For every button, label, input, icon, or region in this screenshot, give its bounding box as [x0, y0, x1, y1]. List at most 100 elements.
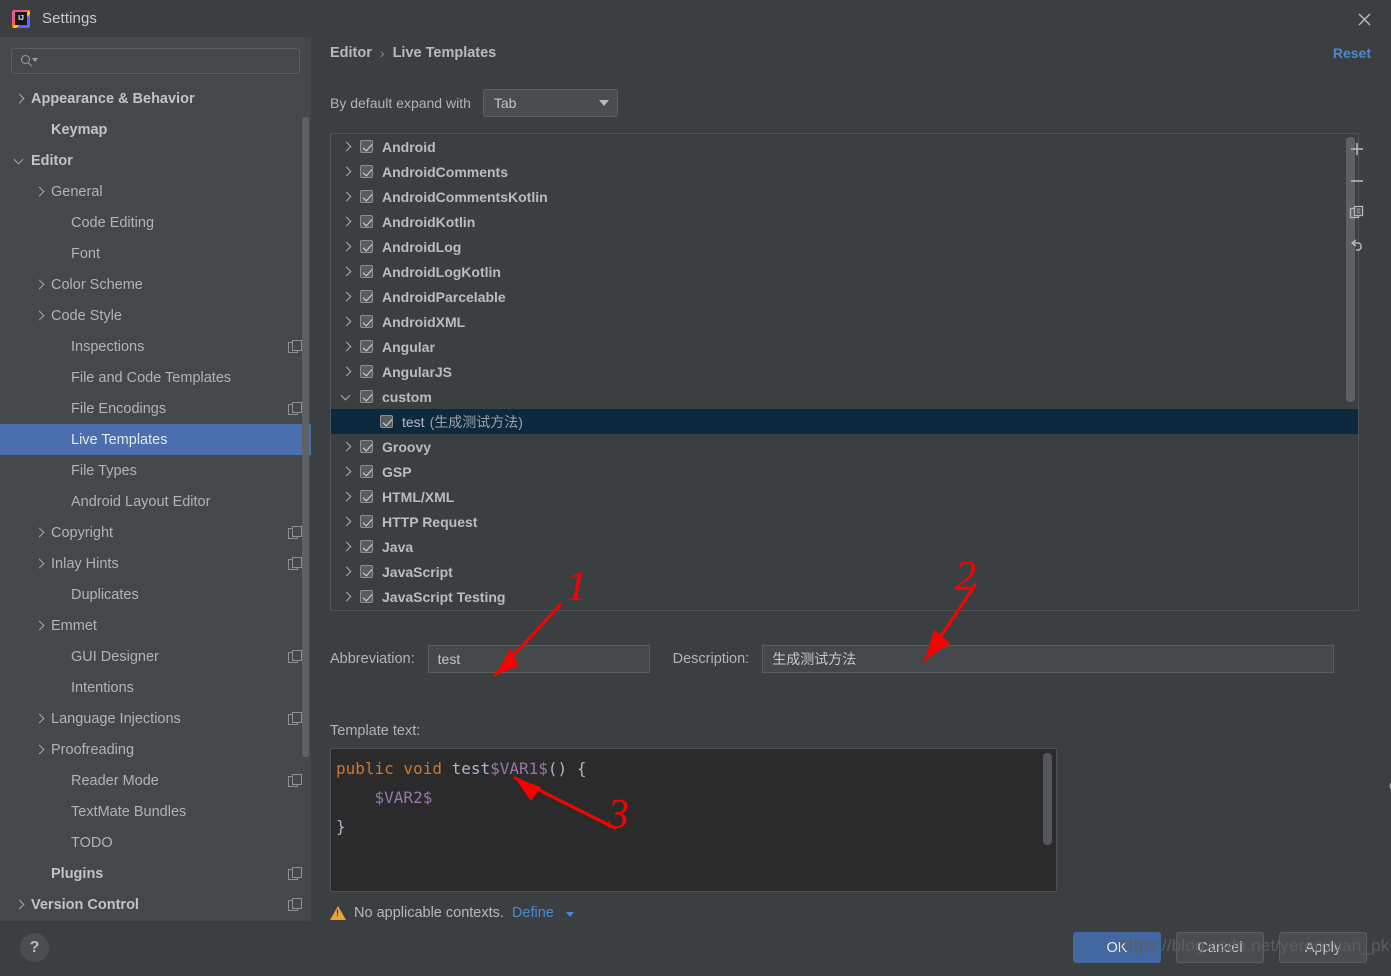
sidebar-item-general[interactable]: General: [0, 176, 311, 207]
sidebar-item-file-types[interactable]: File Types: [0, 455, 311, 486]
sidebar-item-copyright[interactable]: Copyright: [0, 517, 311, 548]
add-template-button[interactable]: [1341, 133, 1373, 165]
breadcrumb-parent[interactable]: Editor: [330, 45, 372, 61]
template-row[interactable]: test (生成测试方法): [331, 409, 1358, 434]
sidebar-item-emmet[interactable]: Emmet: [0, 610, 311, 641]
template-checkbox[interactable]: [360, 365, 373, 378]
sidebar-item-font[interactable]: Font: [0, 238, 311, 269]
sidebar-item-file-encodings[interactable]: File Encodings: [0, 393, 311, 424]
template-checkbox[interactable]: [360, 465, 373, 478]
editor-scrollbar-thumb[interactable]: [1043, 753, 1052, 845]
template-checkbox[interactable]: [360, 140, 373, 153]
template-checkbox[interactable]: [360, 515, 373, 528]
chevron-right-icon[interactable]: [341, 316, 353, 328]
chevron-right-icon[interactable]: [341, 166, 353, 178]
template-row[interactable]: custom: [331, 384, 1358, 409]
sidebar-item-plugins[interactable]: Plugins: [0, 858, 311, 889]
sidebar-item-color-scheme[interactable]: Color Scheme: [0, 269, 311, 300]
template-row[interactable]: AndroidKotlin: [331, 209, 1358, 234]
template-checkbox[interactable]: [360, 190, 373, 203]
template-checkbox[interactable]: [360, 165, 373, 178]
chevron-right-icon[interactable]: [341, 291, 353, 303]
template-checkbox[interactable]: [360, 240, 373, 253]
restore-defaults-button[interactable]: [1341, 229, 1373, 261]
remove-template-button[interactable]: [1341, 165, 1373, 197]
template-row[interactable]: HTML/XML: [331, 484, 1358, 509]
sidebar-item-live-templates[interactable]: Live Templates: [0, 424, 311, 455]
sidebar-item-version-control[interactable]: Version Control: [0, 889, 311, 920]
close-icon[interactable]: [1351, 6, 1377, 32]
chevron-right-icon[interactable]: [341, 516, 353, 528]
template-checkbox[interactable]: [380, 415, 393, 428]
search-box[interactable]: [11, 48, 300, 74]
template-row[interactable]: AngularJS: [331, 359, 1358, 384]
template-checkbox[interactable]: [360, 315, 373, 328]
reset-link[interactable]: Reset: [1333, 45, 1371, 61]
chevron-right-icon[interactable]: [341, 141, 353, 153]
sidebar-item-android-layout-editor[interactable]: Android Layout Editor: [0, 486, 311, 517]
template-row[interactable]: AndroidComments: [331, 159, 1358, 184]
template-row[interactable]: Java: [331, 534, 1358, 559]
chevron-right-icon[interactable]: [341, 466, 353, 478]
template-checkbox[interactable]: [360, 265, 373, 278]
template-checkbox[interactable]: [360, 590, 373, 603]
template-checkbox[interactable]: [360, 390, 373, 403]
chevron-right-icon[interactable]: [341, 191, 353, 203]
sidebar-item-code-style[interactable]: Code Style: [0, 300, 311, 331]
template-checkbox[interactable]: [360, 340, 373, 353]
chevron-right-icon[interactable]: [34, 713, 45, 724]
template-row[interactable]: GSP: [331, 459, 1358, 484]
sidebar-item-inspections[interactable]: Inspections: [0, 331, 311, 362]
chevron-right-icon[interactable]: [341, 366, 353, 378]
sidebar-item-reader-mode[interactable]: Reader Mode: [0, 765, 311, 796]
sidebar-item-editor[interactable]: Editor: [0, 145, 311, 176]
template-row[interactable]: JavaScript Testing: [331, 584, 1358, 609]
chevron-right-icon[interactable]: [341, 591, 353, 603]
search-input[interactable]: [37, 53, 299, 69]
chevron-right-icon[interactable]: [341, 541, 353, 553]
template-row[interactable]: AndroidParcelable: [331, 284, 1358, 309]
sidebar-item-intentions[interactable]: Intentions: [0, 672, 311, 703]
template-row[interactable]: Android: [331, 134, 1358, 159]
sidebar-item-language-injections[interactable]: Language Injections: [0, 703, 311, 734]
sidebar-item-todo[interactable]: TODO: [0, 827, 311, 858]
chevron-right-icon[interactable]: [34, 527, 45, 538]
sidebar-scrollbar-thumb[interactable]: [302, 117, 309, 757]
template-row[interactable]: AndroidLogKotlin: [331, 259, 1358, 284]
chevron-right-icon[interactable]: [34, 186, 45, 197]
template-checkbox[interactable]: [360, 215, 373, 228]
sidebar-item-inlay-hints[interactable]: Inlay Hints: [0, 548, 311, 579]
template-row[interactable]: HTTP Request: [331, 509, 1358, 534]
chevron-right-icon[interactable]: [341, 491, 353, 503]
sidebar-item-appearance-behavior[interactable]: Appearance & Behavior: [0, 83, 311, 114]
template-row[interactable]: AndroidCommentsKotlin: [331, 184, 1358, 209]
template-row[interactable]: JavaScript: [331, 559, 1358, 584]
chevron-down-icon[interactable]: [14, 155, 25, 166]
abbreviation-input[interactable]: test: [427, 645, 650, 673]
sidebar-item-duplicates[interactable]: Duplicates: [0, 579, 311, 610]
template-checkbox[interactable]: [360, 490, 373, 503]
chevron-right-icon[interactable]: [341, 241, 353, 253]
template-row[interactable]: AndroidXML: [331, 309, 1358, 334]
chevron-right-icon[interactable]: [341, 566, 353, 578]
sidebar-item-textmate-bundles[interactable]: TextMate Bundles: [0, 796, 311, 827]
chevron-right-icon[interactable]: [341, 441, 353, 453]
help-button[interactable]: ?: [20, 933, 49, 962]
duplicate-template-button[interactable]: [1341, 197, 1373, 229]
chevron-right-icon[interactable]: [34, 279, 45, 290]
define-link[interactable]: Define: [512, 905, 554, 921]
template-checkbox[interactable]: [360, 290, 373, 303]
sidebar-item-code-editing[interactable]: Code Editing: [0, 207, 311, 238]
chevron-right-icon[interactable]: [341, 341, 353, 353]
chevron-right-icon[interactable]: [14, 899, 25, 910]
chevron-right-icon[interactable]: [14, 93, 25, 104]
chevron-right-icon[interactable]: [34, 620, 45, 631]
chevron-right-icon[interactable]: [341, 216, 353, 228]
chevron-right-icon[interactable]: [34, 310, 45, 321]
chevron-down-icon[interactable]: [565, 911, 574, 917]
default-expand-select[interactable]: Tab: [482, 89, 618, 117]
template-row[interactable]: AndroidLog: [331, 234, 1358, 259]
sidebar-item-proofreading[interactable]: Proofreading: [0, 734, 311, 765]
template-checkbox[interactable]: [360, 540, 373, 553]
sidebar-item-gui-designer[interactable]: GUI Designer: [0, 641, 311, 672]
